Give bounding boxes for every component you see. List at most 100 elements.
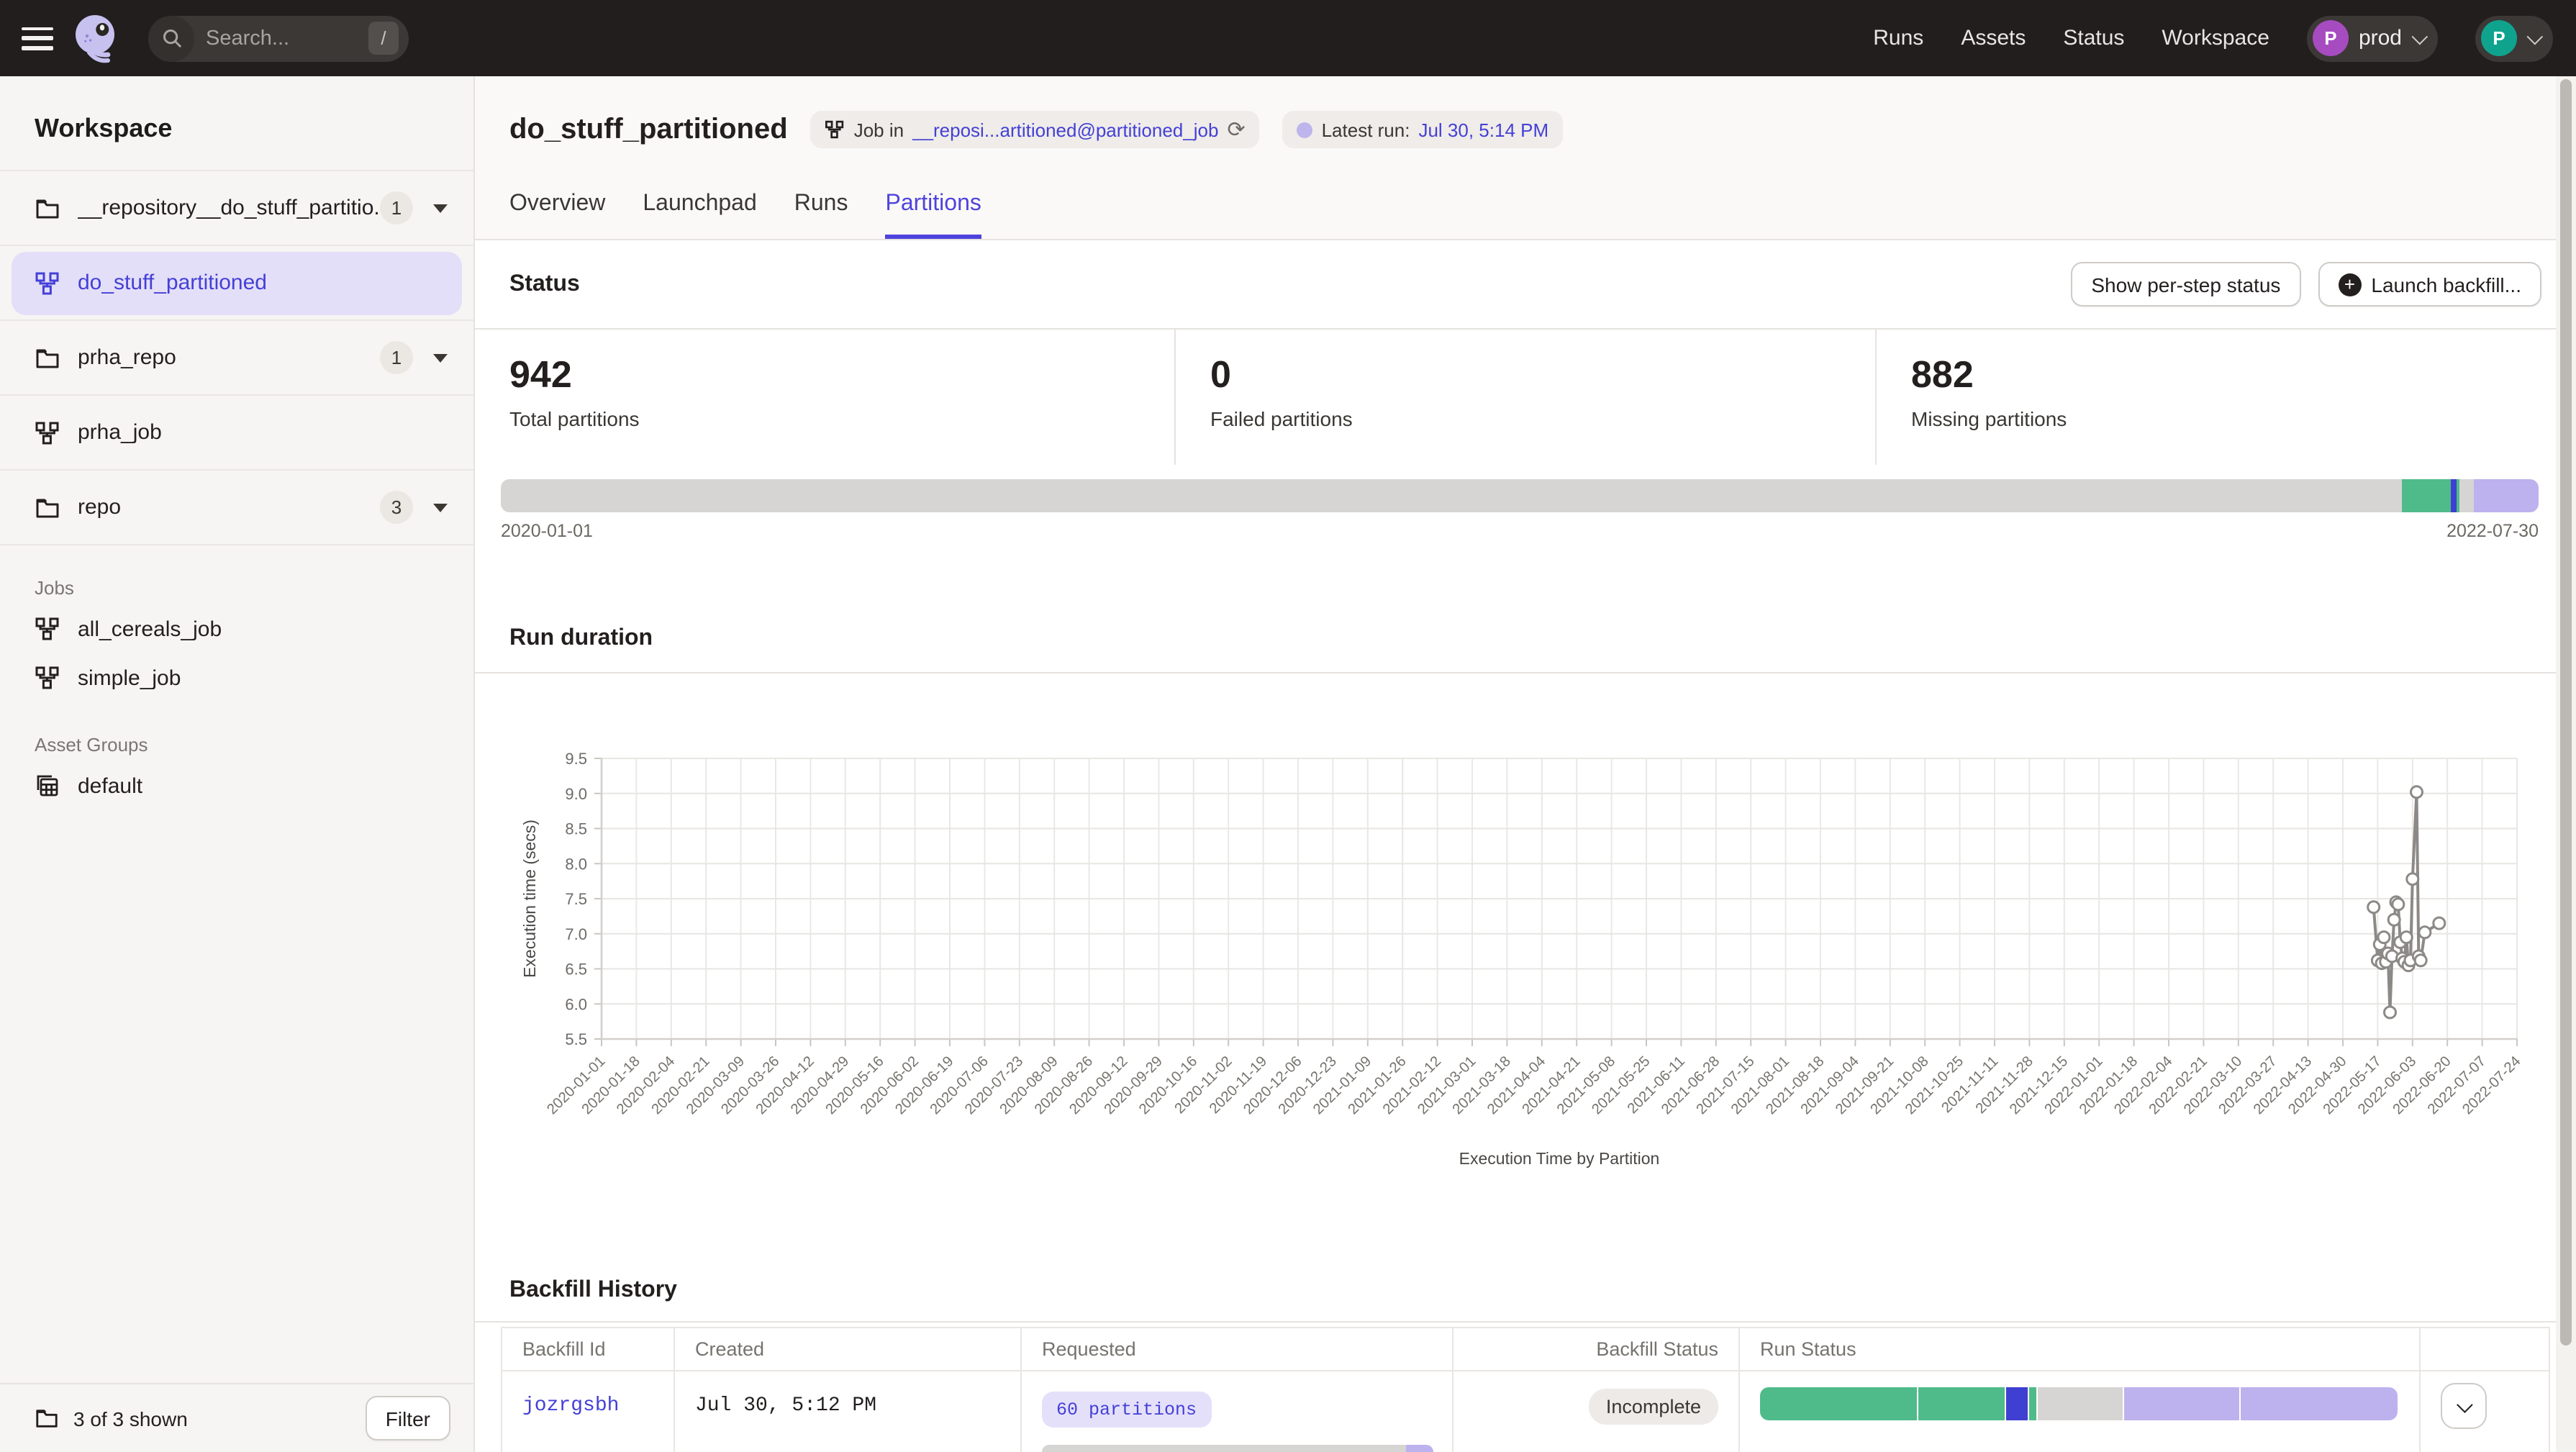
bar-segment-lavender: [2473, 479, 2539, 512]
bar-segment-lavender: [2123, 1387, 2239, 1420]
sidebar-title: Workspace: [0, 76, 473, 170]
caret-down-icon[interactable]: [433, 503, 448, 512]
backfill-history-heading: Backfill History: [509, 1278, 677, 1304]
user-avatar: P: [2481, 20, 2517, 56]
caret-down-icon[interactable]: [433, 204, 448, 212]
run-status-bar[interactable]: [1760, 1387, 2398, 1420]
search-input[interactable]: Search... /: [148, 15, 409, 61]
backfill-requested-cell: 60 partitions 2020-01-01 2022-07-30: [1022, 1371, 1453, 1452]
backfill-id-link[interactable]: jozrgsbh: [522, 1394, 619, 1417]
sidebar-asset-group-default[interactable]: default: [0, 761, 473, 810]
chevron-down-icon: [2457, 1397, 2473, 1413]
latest-run-chip: Latest run: Jul 30, 5:14 PM: [1283, 111, 1564, 148]
sidebar-item-label: default: [78, 773, 142, 798]
sidebar-item-repo[interactable]: repo 3: [0, 471, 473, 545]
expand-row-button[interactable]: [2441, 1383, 2487, 1429]
partition-status-bar[interactable]: [501, 479, 2539, 512]
nav-link-runs[interactable]: Runs: [1873, 26, 1923, 50]
sidebar-item-prha-job[interactable]: prha_job: [0, 396, 473, 471]
repo-location-link[interactable]: __reposi...artitioned@partitioned_job: [912, 119, 1218, 140]
svg-text:6.0: 6.0: [565, 995, 587, 1013]
search-icon: [148, 15, 194, 61]
sidebar-job-simple-job[interactable]: simple_job: [0, 653, 473, 702]
deployment-name: prod: [2359, 26, 2402, 50]
stat-label: Failed partitions: [1210, 407, 1875, 430]
status-heading: Status: [509, 271, 580, 297]
tab-partitions[interactable]: Partitions: [885, 191, 981, 239]
svg-text:6.5: 6.5: [565, 961, 587, 979]
bar-segment-green: [1918, 1387, 2005, 1420]
requested-range-bar: [1042, 1445, 1433, 1452]
page-title: do_stuff_partitioned: [509, 113, 788, 146]
sidebar-item-label: all_cereals_job: [78, 617, 222, 641]
sidebar-item-label: do_stuff_partitioned: [78, 271, 439, 295]
latest-run-link[interactable]: Jul 30, 5:14 PM: [1418, 119, 1548, 140]
workspace-sidebar: Workspace __repository__do_stuff_partiti…: [0, 76, 475, 1452]
partition-stats: 942 Total partitions 0 Failed partitions…: [475, 330, 2576, 465]
search-placeholder: Search...: [206, 27, 368, 50]
col-run-status: Run Status: [1740, 1328, 2421, 1371]
nav-link-status[interactable]: Status: [2063, 26, 2124, 50]
user-menu[interactable]: P: [2475, 15, 2553, 61]
asset-group-icon: [35, 773, 60, 799]
stat-label: Total partitions: [509, 407, 1174, 430]
sidebar-item-repository[interactable]: __repository__do_stuff_partitio... 1: [0, 171, 473, 246]
stat-label: Missing partitions: [1911, 407, 2576, 430]
folder-icon: [35, 494, 60, 520]
nav-link-assets[interactable]: Assets: [1961, 26, 2026, 50]
sidebar-item-prha-repo[interactable]: prha_repo 1: [0, 321, 473, 396]
search-shortcut-key: /: [368, 22, 399, 55]
chevron-down-icon: [2527, 28, 2544, 45]
show-per-step-status-button[interactable]: Show per-step status: [2071, 262, 2300, 307]
bar-segment-green: [1760, 1387, 1917, 1420]
sidebar-item-label: prha_job: [78, 420, 453, 445]
col-created: Created: [675, 1328, 1022, 1371]
stat-total-partitions: 942 Total partitions: [475, 330, 1176, 465]
bar-segment-lavender: [1406, 1445, 1433, 1452]
tab-runs[interactable]: Runs: [794, 191, 848, 239]
reload-icon[interactable]: ⟳: [1227, 119, 1245, 140]
svg-text:Execution time (secs): Execution time (secs): [520, 820, 539, 978]
col-backfill-status: Backfill Status: [1453, 1328, 1740, 1371]
job-icon: [35, 616, 60, 642]
tab-overview[interactable]: Overview: [509, 191, 605, 239]
sidebar-item-do-stuff-partitioned[interactable]: do_stuff_partitioned: [0, 246, 473, 321]
deployment-switcher[interactable]: P prod: [2307, 15, 2438, 61]
job-icon: [825, 119, 845, 140]
nav-link-workspace[interactable]: Workspace: [2162, 26, 2269, 50]
hamburger-menu-icon[interactable]: [22, 27, 53, 50]
requested-partitions-chip[interactable]: 60 partitions: [1042, 1392, 1211, 1428]
backfill-table-row: jozrgsbh Jul 30, 5:12 PM 60 partitions 2…: [502, 1371, 2549, 1452]
run-duration-heading: Run duration: [509, 626, 653, 652]
launch-backfill-button[interactable]: + Launch backfill...: [2318, 262, 2541, 307]
dagster-logo[interactable]: [68, 9, 125, 67]
job-location-chip: Job in __reposi...artitioned@partitioned…: [811, 111, 1260, 148]
scrollbar-thumb[interactable]: [2560, 79, 2572, 1346]
stat-failed-partitions: 0 Failed partitions: [1176, 330, 1877, 465]
stat-value: 942: [509, 353, 1174, 397]
bar-segment-blue: [2451, 479, 2456, 512]
svg-text:8.5: 8.5: [565, 820, 587, 838]
filter-button[interactable]: Filter: [366, 1396, 450, 1440]
bar-segment-gray: [501, 479, 2402, 512]
page-scrollbar[interactable]: [2556, 76, 2576, 1452]
bar-segment-gray: [1042, 1445, 1406, 1452]
job-in-label: Job in: [854, 119, 904, 140]
svg-text:9.0: 9.0: [565, 785, 587, 803]
job-count-badge: 3: [380, 491, 413, 524]
tab-launchpad[interactable]: Launchpad: [643, 191, 756, 239]
folder-icon: [35, 1406, 59, 1430]
plus-circle-icon: +: [2338, 273, 2361, 296]
caret-down-icon[interactable]: [433, 353, 448, 362]
svg-text:7.0: 7.0: [565, 925, 587, 943]
repo-count-text: 3 of 3 shown: [73, 1407, 366, 1430]
sidebar-item-label: simple_job: [78, 666, 181, 690]
sidebar-job-all-cereals[interactable]: all_cereals_job: [0, 604, 473, 653]
svg-text:9.5: 9.5: [565, 750, 587, 768]
run-status-dot-icon: [1297, 122, 1313, 137]
stat-missing-partitions: 882 Missing partitions: [1877, 330, 2576, 465]
partition-range-start: 2020-01-01: [501, 521, 593, 541]
job-icon: [35, 419, 60, 445]
status-toolbar: Status Show per-step status + Launch bac…: [475, 240, 2576, 330]
svg-text:7.5: 7.5: [565, 890, 587, 908]
